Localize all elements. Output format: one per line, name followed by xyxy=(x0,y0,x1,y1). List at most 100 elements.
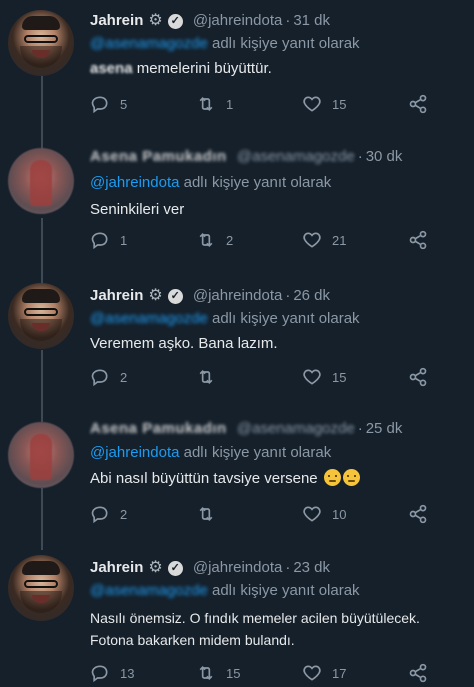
reply-context: @asenamagozde adlı kişiye yanıt olarak xyxy=(90,582,360,599)
gear-icon: ⚙ xyxy=(148,287,163,304)
mention-link[interactable]: @asenamagozde xyxy=(90,35,208,52)
retweet-icon xyxy=(199,665,213,681)
author-name[interactable]: Asena Pamukadın xyxy=(90,420,227,437)
share-icon xyxy=(409,94,427,114)
retweet-icon xyxy=(199,506,213,522)
retweet-count: 15 xyxy=(226,665,241,681)
avatar[interactable] xyxy=(8,555,74,621)
avatar[interactable] xyxy=(8,422,74,488)
tweet-text: Veremem aşko. Bana lazım. xyxy=(90,333,278,355)
tweet-actions: 2 15 xyxy=(90,367,450,391)
author-handle[interactable]: @jahreindota xyxy=(193,287,282,304)
reply-button[interactable]: 13 xyxy=(90,663,134,683)
verified-badge-icon: ✓ xyxy=(167,289,183,304)
tweet[interactable]: Jahrein ⚙ ✓ @jahreindota · 23 dk @asenamagoz… xyxy=(0,545,474,686)
tweet[interactable]: Jahrein ⚙ ✓ @jahreindota · 31 dk @asenamagoz… xyxy=(0,0,474,140)
separator-dot: · xyxy=(285,287,291,304)
tweet-line: Fotona bakarken midem bulandı. xyxy=(90,632,295,648)
reply-icon xyxy=(91,369,108,387)
share-button[interactable] xyxy=(408,94,438,114)
timestamp[interactable]: 30 dk xyxy=(366,148,403,165)
avatar[interactable] xyxy=(8,148,74,214)
like-button[interactable]: 17 xyxy=(302,663,346,683)
author-name[interactable]: Jahrein xyxy=(90,12,143,29)
timestamp[interactable]: 23 dk xyxy=(293,559,330,576)
gear-icon: ⚙ xyxy=(148,559,163,576)
share-button[interactable] xyxy=(408,367,438,387)
mention-link[interactable]: @jahreindota xyxy=(90,174,179,191)
reply-button[interactable]: 1 xyxy=(90,230,127,250)
retweet-icon xyxy=(199,232,213,248)
tweet-text: Nasılı önemsiz. O fındık memeler acilen … xyxy=(90,607,420,651)
reply-context: @asenamagozde adlı kişiye yanıt olarak xyxy=(90,310,360,327)
tweet-text: asena memelerini büyüttür. xyxy=(90,58,272,80)
reply-context: @asenamagozde adlı kişiye yanıt olarak xyxy=(90,35,360,52)
tweet-actions: 5 1 15 xyxy=(90,94,450,118)
gear-icon: ⚙ xyxy=(148,12,163,29)
avatar[interactable] xyxy=(8,10,74,76)
reply-button[interactable]: 5 xyxy=(90,94,127,114)
share-icon xyxy=(409,504,427,524)
tweet[interactable]: Asena Pamukadın @asenamagozde · 30 dk @jah… xyxy=(0,140,474,275)
reply-context-label: adlı kişiye yanıt olarak xyxy=(211,310,360,327)
reply-count: 2 xyxy=(120,369,128,385)
verified-badge-icon: ✓ xyxy=(167,14,183,29)
tweet-line: Abi nasıl büyüttün tavsiye versene xyxy=(90,470,318,487)
separator-dot: · xyxy=(285,12,291,29)
tweet-line: Seninkileri ver xyxy=(90,201,185,218)
mention-link[interactable]: @asenamagozde xyxy=(90,582,208,599)
emoji-icon xyxy=(342,469,360,486)
reply-count: 2 xyxy=(120,506,128,522)
like-button[interactable]: 21 xyxy=(302,230,346,250)
reply-icon xyxy=(91,96,108,114)
share-button[interactable] xyxy=(408,230,438,250)
share-icon xyxy=(409,663,427,683)
author-handle[interactable]: @asenamagozde xyxy=(237,420,355,437)
reply-count: 5 xyxy=(120,96,128,112)
heart-icon xyxy=(303,665,321,681)
tweet[interactable]: Asena Pamukadın @asenamagozde · 25 dk @jah… xyxy=(0,410,474,545)
retweet-button[interactable]: 1 xyxy=(196,94,233,114)
reply-button[interactable]: 2 xyxy=(90,504,127,524)
like-count: 15 xyxy=(332,96,347,112)
share-button[interactable] xyxy=(408,504,438,524)
retweet-count: 1 xyxy=(226,96,234,112)
reply-count: 1 xyxy=(120,232,128,248)
author-name[interactable]: Jahrein xyxy=(90,559,143,576)
reply-context: @jahreindota adlı kişiye yanıt olarak xyxy=(90,444,331,461)
tweet-line: Nasılı önemsiz. O fındık memeler acilen … xyxy=(90,610,420,626)
heart-icon xyxy=(303,232,321,248)
reply-context: @jahreindota adlı kişiye yanıt olarak xyxy=(90,174,331,191)
emoji-icon xyxy=(323,469,341,486)
retweet-count: 2 xyxy=(226,232,234,248)
mention-link[interactable]: @jahreindota xyxy=(90,444,179,461)
heart-icon xyxy=(303,506,321,522)
avatar[interactable] xyxy=(8,283,74,349)
verified-badge-icon: ✓ xyxy=(167,561,183,576)
like-button[interactable]: 15 xyxy=(302,94,346,114)
separator-dot: · xyxy=(285,559,291,576)
retweet-button[interactable]: 15 xyxy=(196,663,240,683)
retweet-button[interactable] xyxy=(196,504,226,524)
like-button[interactable]: 10 xyxy=(302,504,346,524)
like-button[interactable]: 15 xyxy=(302,367,346,387)
reply-context-label: adlı kişiye yanıt olarak xyxy=(183,444,332,461)
reply-context-label: adlı kişiye yanıt olarak xyxy=(183,174,332,191)
tweet[interactable]: Jahrein ⚙ ✓ @jahreindota · 26 dk @asenamagoz… xyxy=(0,275,474,410)
author-name[interactable]: Asena Pamukadın xyxy=(90,148,227,165)
mention-link[interactable]: @asenamagozde xyxy=(90,310,208,327)
author-handle[interactable]: @jahreindota xyxy=(193,559,282,576)
share-button[interactable] xyxy=(408,663,438,683)
heart-icon xyxy=(303,369,321,385)
timestamp[interactable]: 25 dk xyxy=(366,420,403,437)
author-handle[interactable]: @jahreindota xyxy=(193,12,282,29)
author-handle[interactable]: @asenamagozde xyxy=(237,148,355,165)
timestamp[interactable]: 26 dk xyxy=(293,287,330,304)
reply-context-label: adlı kişiye yanıt olarak xyxy=(211,582,360,599)
timestamp[interactable]: 31 dk xyxy=(293,12,330,29)
retweet-button[interactable]: 2 xyxy=(196,230,233,250)
retweet-button[interactable] xyxy=(196,367,226,387)
author-name[interactable]: Jahrein xyxy=(90,287,143,304)
separator-dot: · xyxy=(357,148,363,165)
reply-button[interactable]: 2 xyxy=(90,367,127,387)
